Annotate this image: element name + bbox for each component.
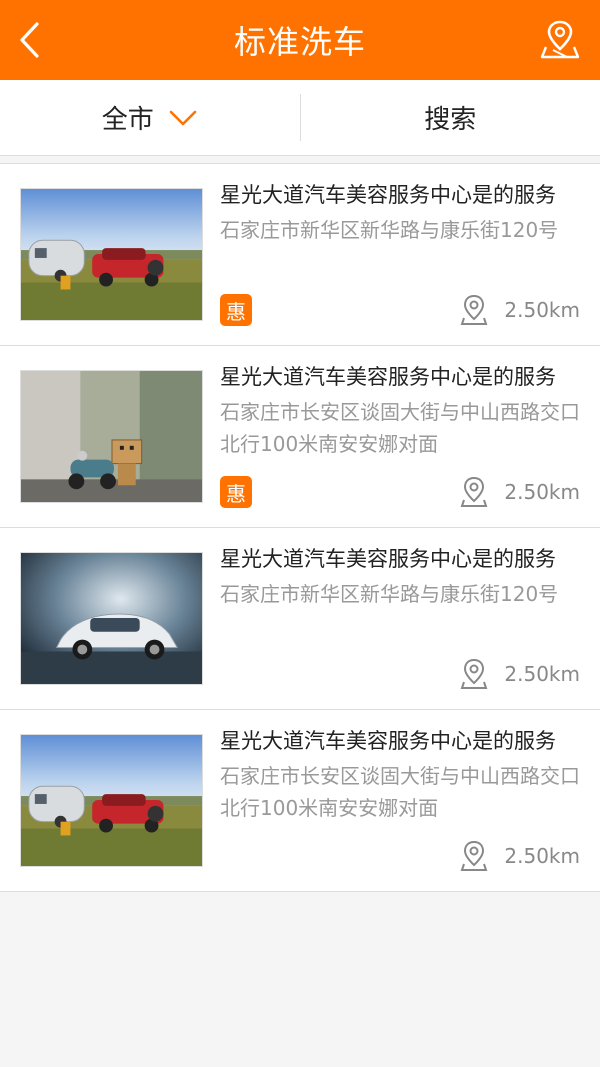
- list-item[interactable]: 星光大道汽车美容服务中心是的服务 石家庄市长安区谈固大街与中山西路交口北行100…: [0, 710, 600, 892]
- chevron-left-icon: [20, 22, 39, 58]
- distance-value: 2.50km: [504, 298, 580, 322]
- page-title: 标准洗车: [233, 23, 366, 61]
- map-pin-icon: [540, 20, 580, 59]
- shop-info: 星光大道汽车美容服务中心是的服务 石家庄市新华区新华路与康乐街120号: [220, 544, 582, 642]
- distance: 2.50km: [460, 294, 580, 326]
- shop-name: 星光大道汽车美容服务中心是的服务: [220, 547, 556, 571]
- shop-name: 星光大道汽车美容服务中心是的服务: [220, 729, 556, 753]
- shop-address: 石家庄市新华区新华路与康乐街120号: [220, 582, 559, 606]
- list-item[interactable]: 星光大道汽车美容服务中心是的服务 石家庄市长安区谈固大街与中山西路交口北行100…: [0, 346, 600, 528]
- city-filter-label: 全市: [101, 105, 154, 135]
- search-button[interactable]: 搜索: [301, 80, 600, 155]
- shop-address: 石家庄市长安区谈固大街与中山西路交口北行100米南安安娜对面: [220, 764, 580, 820]
- distance-value: 2.50km: [504, 844, 580, 868]
- discount-badge: 惠: [220, 476, 252, 508]
- location-pin-icon: [460, 658, 488, 690]
- location-pin-icon: [460, 476, 488, 508]
- shop-thumbnail: [20, 552, 203, 685]
- discount-badge: 惠: [220, 294, 252, 326]
- chevron-down-icon: [168, 109, 198, 127]
- shop-info: 星光大道汽车美容服务中心是的服务 石家庄市长安区谈固大街与中山西路交口北行100…: [220, 726, 582, 824]
- location-pin-icon: [460, 840, 488, 872]
- distance: 2.50km: [460, 476, 580, 508]
- distance: 2.50km: [460, 658, 580, 690]
- shop-address: 石家庄市新华区新华路与康乐街120号: [220, 218, 559, 242]
- city-filter-dropdown[interactable]: 全市: [0, 80, 300, 155]
- shop-info: 星光大道汽车美容服务中心是的服务 石家庄市长安区谈固大街与中山西路交口北行100…: [220, 362, 582, 460]
- list-item[interactable]: 星光大道汽车美容服务中心是的服务 石家庄市新华区新华路与康乐街120号 惠 2.…: [0, 164, 600, 346]
- distance-value: 2.50km: [504, 662, 580, 686]
- distance: 2.50km: [460, 840, 580, 872]
- back-button[interactable]: [14, 20, 44, 60]
- location-pin-icon: [460, 294, 488, 326]
- filter-bar: 全市 搜索: [0, 80, 600, 156]
- app-header: 标准洗车: [0, 0, 600, 80]
- shop-info: 星光大道汽车美容服务中心是的服务 石家庄市新华区新华路与康乐街120号: [220, 180, 582, 278]
- search-label: 搜索: [424, 105, 477, 135]
- list-item[interactable]: 星光大道汽车美容服务中心是的服务 石家庄市新华区新华路与康乐街120号 2.50…: [0, 528, 600, 710]
- shop-thumbnail: [20, 734, 203, 867]
- shop-list: 星光大道汽车美容服务中心是的服务 石家庄市新华区新华路与康乐街120号 惠 2.…: [0, 163, 600, 892]
- shop-address: 石家庄市长安区谈固大街与中山西路交口北行100米南安安娜对面: [220, 400, 580, 456]
- shop-name: 星光大道汽车美容服务中心是的服务: [220, 183, 556, 207]
- shop-thumbnail: [20, 188, 203, 321]
- shop-thumbnail: [20, 370, 203, 503]
- location-button[interactable]: [538, 18, 582, 62]
- shop-name: 星光大道汽车美容服务中心是的服务: [220, 365, 556, 389]
- distance-value: 2.50km: [504, 480, 580, 504]
